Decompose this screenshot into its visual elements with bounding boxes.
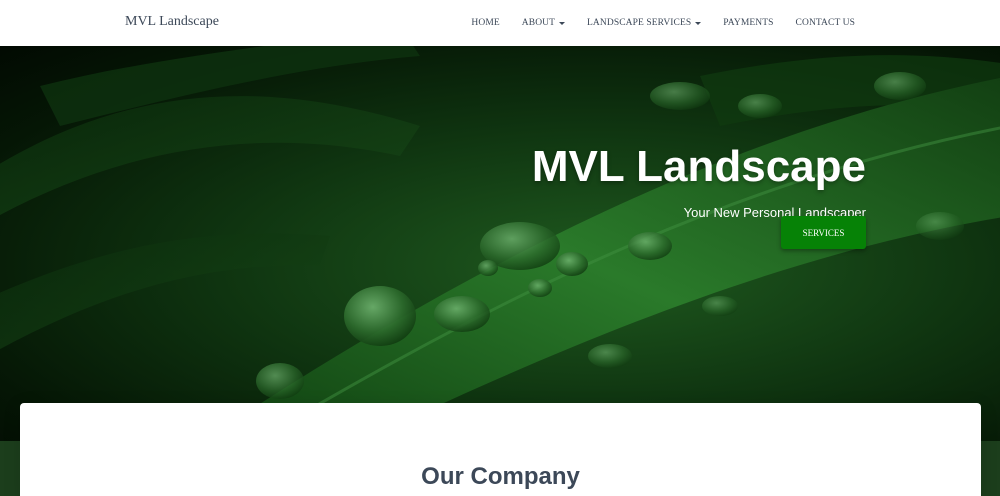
chevron-down-icon — [559, 21, 566, 25]
nav-home[interactable]: HOME — [460, 18, 510, 28]
nav-contact-us[interactable]: CONTACT US — [785, 18, 866, 28]
nav-payments-label: PAYMENTS — [723, 18, 774, 28]
nav-payments[interactable]: PAYMENTS — [712, 18, 784, 28]
services-button[interactable]: SERVICES — [781, 216, 866, 249]
brand-logo-text[interactable]: MVL Landscape — [125, 14, 219, 30]
nav-about[interactable]: ABOUT — [511, 18, 576, 28]
nav-landscape-services[interactable]: LANDSCAPE SERVICES — [576, 18, 712, 28]
nav-contact-us-label: CONTACT US — [795, 18, 855, 28]
hero-title: MVL Landscape — [531, 142, 866, 191]
main-nav: HOME ABOUT LANDSCAPE SERVICES PAYMENTS C… — [460, 0, 866, 46]
chevron-down-icon — [695, 21, 702, 25]
nav-about-label: ABOUT — [521, 18, 556, 28]
section-title: Our Company — [421, 463, 580, 490]
navbar: MVL Landscape HOME ABOUT LANDSCAPE SERVI… — [0, 0, 1000, 46]
content-card: Our Company — [20, 403, 981, 496]
nav-home-label: HOME — [471, 18, 500, 28]
nav-landscape-services-label: LANDSCAPE SERVICES — [587, 18, 692, 28]
